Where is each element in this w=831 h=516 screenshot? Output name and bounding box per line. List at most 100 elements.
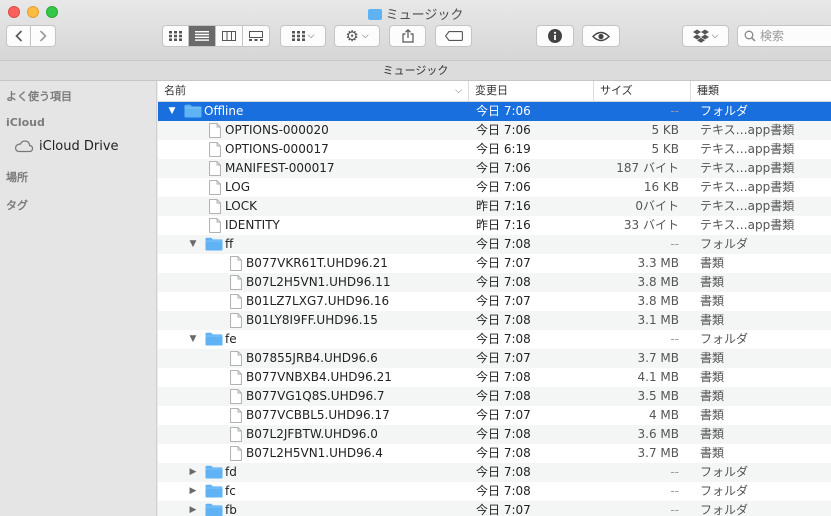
disclosure-expanded-icon[interactable]: ▼ (166, 102, 178, 121)
disclosure-collapsed-icon[interactable]: ▶ (187, 501, 199, 516)
disclosure-collapsed-icon[interactable]: ▶ (187, 463, 199, 482)
file-row[interactable]: B07855JRB4.UHD96.6 今日 7:07 3.7 MB 書類 (158, 349, 831, 368)
cloud-icon (14, 140, 34, 153)
row-kind-cell: 書類 (700, 446, 725, 460)
share-button[interactable] (389, 25, 426, 47)
column-header-date[interactable]: 変更日 (468, 81, 593, 102)
folder-row[interactable]: ▼ ff 今日 7:08 -- フォルダ (158, 235, 831, 254)
file-row[interactable]: B07L2JFBTW.UHD96.0 今日 7:08 3.6 MB 書類 (158, 425, 831, 444)
group-by-button[interactable]: ⌵ (280, 25, 326, 47)
window-title: ミュージック (0, 4, 831, 23)
window-titlebar: ミュージック ⌵ ⚙ ⌵ ⌵ 検索 (0, 0, 831, 60)
row-size-cell: 16 KB (643, 180, 679, 194)
row-name-label: LOG (225, 180, 251, 194)
back-button[interactable] (6, 25, 31, 47)
row-size-cell: 33 バイト (623, 218, 679, 232)
search-field[interactable] (737, 25, 831, 47)
list-view-button[interactable] (189, 25, 216, 47)
action-menu-button[interactable]: ⚙ ⌵ (334, 25, 380, 47)
document-icon (230, 313, 242, 330)
row-name-cell: ▼ ff (158, 235, 468, 254)
row-name-cell: B07L2H5VN1.UHD96.4 (158, 444, 468, 463)
sidebar-heading-favorites[interactable]: よく使う項目 (6, 88, 72, 104)
sidebar-heading-icloud[interactable]: iCloud (6, 116, 45, 129)
row-kind-cell: フォルダ (700, 484, 749, 498)
row-kind-cell: テキス…app書類 (700, 180, 795, 194)
document-icon (209, 199, 221, 216)
column-header-name[interactable]: 名前 ⌵ (158, 81, 468, 102)
row-kind-cell: フォルダ (700, 465, 749, 479)
file-row[interactable]: OPTIONS-000020 今日 7:06 5 KB テキス…app書類 (158, 121, 831, 140)
folder-row[interactable]: ▶ fb 今日 7:07 -- フォルダ (158, 501, 831, 516)
columns-icon (222, 31, 236, 41)
file-row[interactable]: B077VKR61T.UHD96.21 今日 7:07 3.3 MB 書類 (158, 254, 831, 273)
file-row[interactable]: B01LZ7LXG7.UHD96.16 今日 7:07 3.8 MB 書類 (158, 292, 831, 311)
row-kind-cell: フォルダ (700, 332, 749, 346)
column-date-label: 変更日 (475, 84, 508, 97)
file-row[interactable]: OPTIONS-000017 今日 6:19 5 KB テキス…app書類 (158, 140, 831, 159)
column-name-label: 名前 (164, 84, 186, 97)
forward-button[interactable] (30, 25, 56, 47)
search-icon (744, 30, 756, 42)
row-name-label: B077VG1Q8S.UHD96.7 (246, 389, 385, 403)
file-row[interactable]: IDENTITY 昨日 7:16 33 バイト テキス…app書類 (158, 216, 831, 235)
file-row[interactable]: B01LY8I9FF.UHD96.15 今日 7:08 3.1 MB 書類 (158, 311, 831, 330)
row-kind-cell: テキス…app書類 (700, 218, 795, 232)
column-view-button[interactable] (216, 25, 243, 47)
path-title-bar: ミュージック (0, 60, 831, 81)
row-name-label: B01LY8I9FF.UHD96.15 (246, 313, 378, 327)
gallery-view-button[interactable] (243, 25, 270, 47)
edit-tags-button[interactable] (435, 25, 472, 47)
share-icon (401, 29, 414, 43)
row-kind-cell: 書類 (700, 408, 725, 422)
row-kind-cell: 書類 (700, 313, 725, 327)
document-icon (230, 408, 242, 425)
row-name-cell: OPTIONS-000020 (158, 121, 468, 140)
row-date-cell: 今日 7:08 (476, 237, 531, 251)
row-name-cell: B01LZ7LXG7.UHD96.16 (158, 292, 468, 311)
folder-row[interactable]: ▼ Offline 今日 7:06 -- フォルダ (158, 102, 831, 121)
row-kind-cell: フォルダ (700, 237, 749, 251)
disclosure-collapsed-icon[interactable]: ▶ (187, 482, 199, 501)
row-kind-cell: テキス…app書類 (700, 142, 795, 156)
file-row[interactable]: B077VNBXB4.UHD96.21 今日 7:08 4.1 MB 書類 (158, 368, 831, 387)
search-input[interactable] (760, 29, 830, 43)
folder-icon (205, 503, 223, 516)
sidebar-item-icloud-drive[interactable]: iCloud Drive (14, 137, 119, 155)
column-header-size[interactable]: サイズ (593, 81, 690, 102)
gear-icon: ⚙ (345, 27, 359, 45)
file-row[interactable]: B07L2H5VN1.UHD96.4 今日 7:08 3.7 MB 書類 (158, 444, 831, 463)
folder-row[interactable]: ▶ fc 今日 7:08 -- フォルダ (158, 482, 831, 501)
row-name-label: B07L2JFBTW.UHD96.0 (246, 427, 378, 441)
row-date-cell: 昨日 7:16 (476, 218, 531, 232)
row-name-cell: LOG (158, 178, 468, 197)
column-header-kind[interactable]: 種類 (690, 81, 831, 102)
file-row[interactable]: MANIFEST-000017 今日 7:06 187 バイト テキス…app書類 (158, 159, 831, 178)
file-row[interactable]: B07L2H5VN1.UHD96.11 今日 7:08 3.8 MB 書類 (158, 273, 831, 292)
file-row[interactable]: LOCK 昨日 7:16 0バイト テキス…app書類 (158, 197, 831, 216)
sidebar-heading-places[interactable]: 場所 (6, 169, 28, 185)
folder-icon (184, 104, 202, 121)
file-row[interactable]: B077VG1Q8S.UHD96.7 今日 7:08 3.5 MB 書類 (158, 387, 831, 406)
disclosure-expanded-icon[interactable]: ▼ (187, 330, 199, 349)
sort-chevron-icon: ⌵ (455, 86, 462, 96)
file-row[interactable]: B077VCBBL5.UHD96.17 今日 7:07 4 MB 書類 (158, 406, 831, 425)
column-kind-label: 種類 (697, 84, 719, 97)
icon-view-button[interactable] (162, 25, 189, 47)
row-name-cell: B01LY8I9FF.UHD96.15 (158, 311, 468, 330)
folder-row[interactable]: ▼ fe 今日 7:08 -- フォルダ (158, 330, 831, 349)
row-name-label: B07855JRB4.UHD96.6 (246, 351, 378, 365)
disclosure-expanded-icon[interactable]: ▼ (187, 235, 199, 254)
get-info-button[interactable] (536, 25, 574, 47)
row-name-cell: OPTIONS-000017 (158, 140, 468, 159)
row-name-cell: ▼ fe (158, 330, 468, 349)
file-row[interactable]: LOG 今日 7:06 16 KB テキス…app書類 (158, 178, 831, 197)
column-header: 名前 ⌵ 変更日 サイズ 種類 (158, 81, 831, 102)
folder-row[interactable]: ▶ fd 今日 7:08 -- フォルダ (158, 463, 831, 482)
quick-look-button[interactable] (582, 25, 620, 47)
dropbox-button[interactable]: ⌵ (682, 25, 729, 47)
folder-icon (205, 484, 223, 501)
row-date-cell: 今日 7:06 (476, 180, 531, 194)
sidebar-heading-tags[interactable]: タグ (6, 197, 28, 213)
row-name-cell: ▼ Offline (158, 102, 468, 121)
